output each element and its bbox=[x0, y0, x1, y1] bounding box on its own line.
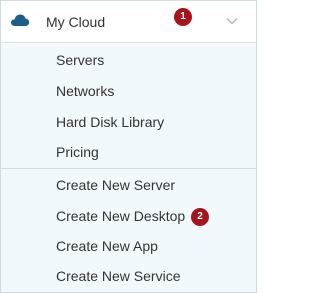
menu-item-hard-disk-library[interactable]: Hard Disk Library bbox=[1, 107, 256, 137]
menu-item-label: Hard Disk Library bbox=[56, 114, 165, 130]
menu-item-pricing[interactable]: Pricing bbox=[1, 137, 256, 167]
dropdown-menu: Servers Networks Hard Disk Library Prici… bbox=[1, 44, 256, 292]
menu-item-label: Create New App bbox=[56, 238, 158, 254]
my-cloud-menu-header[interactable]: My Cloud 1 bbox=[1, 1, 256, 43]
menu-item-label: Servers bbox=[56, 52, 105, 68]
chevron-down-icon[interactable] bbox=[225, 14, 239, 28]
menu-item-label: Networks bbox=[56, 83, 115, 99]
menu-group-create: Create New Server Create New Desktop Cre… bbox=[1, 169, 256, 292]
menu-item-create-new-server[interactable]: Create New Server bbox=[1, 170, 256, 200]
cloud-icon bbox=[11, 14, 30, 26]
menu-item-create-new-desktop[interactable]: Create New Desktop bbox=[1, 201, 256, 231]
menu-item-create-new-app[interactable]: Create New App bbox=[1, 231, 256, 261]
step-badge-1: 1 bbox=[174, 8, 192, 26]
menu-item-label: Create New Server bbox=[56, 177, 176, 193]
menu-item-label: Pricing bbox=[56, 144, 99, 160]
step-badge-2: 2 bbox=[191, 208, 209, 226]
my-cloud-dropdown: My Cloud 1 Servers Networks Hard Disk Li… bbox=[0, 0, 257, 293]
menu-item-networks[interactable]: Networks bbox=[1, 76, 256, 106]
menu-item-label: Create New Service bbox=[56, 268, 181, 284]
menu-item-label: Create New Desktop bbox=[56, 208, 186, 224]
menu-item-create-new-service[interactable]: Create New Service bbox=[1, 261, 256, 291]
menu-item-servers[interactable]: Servers bbox=[1, 45, 256, 75]
menu-group-resources: Servers Networks Hard Disk Library Prici… bbox=[1, 44, 256, 168]
my-cloud-label: My Cloud bbox=[46, 14, 106, 30]
